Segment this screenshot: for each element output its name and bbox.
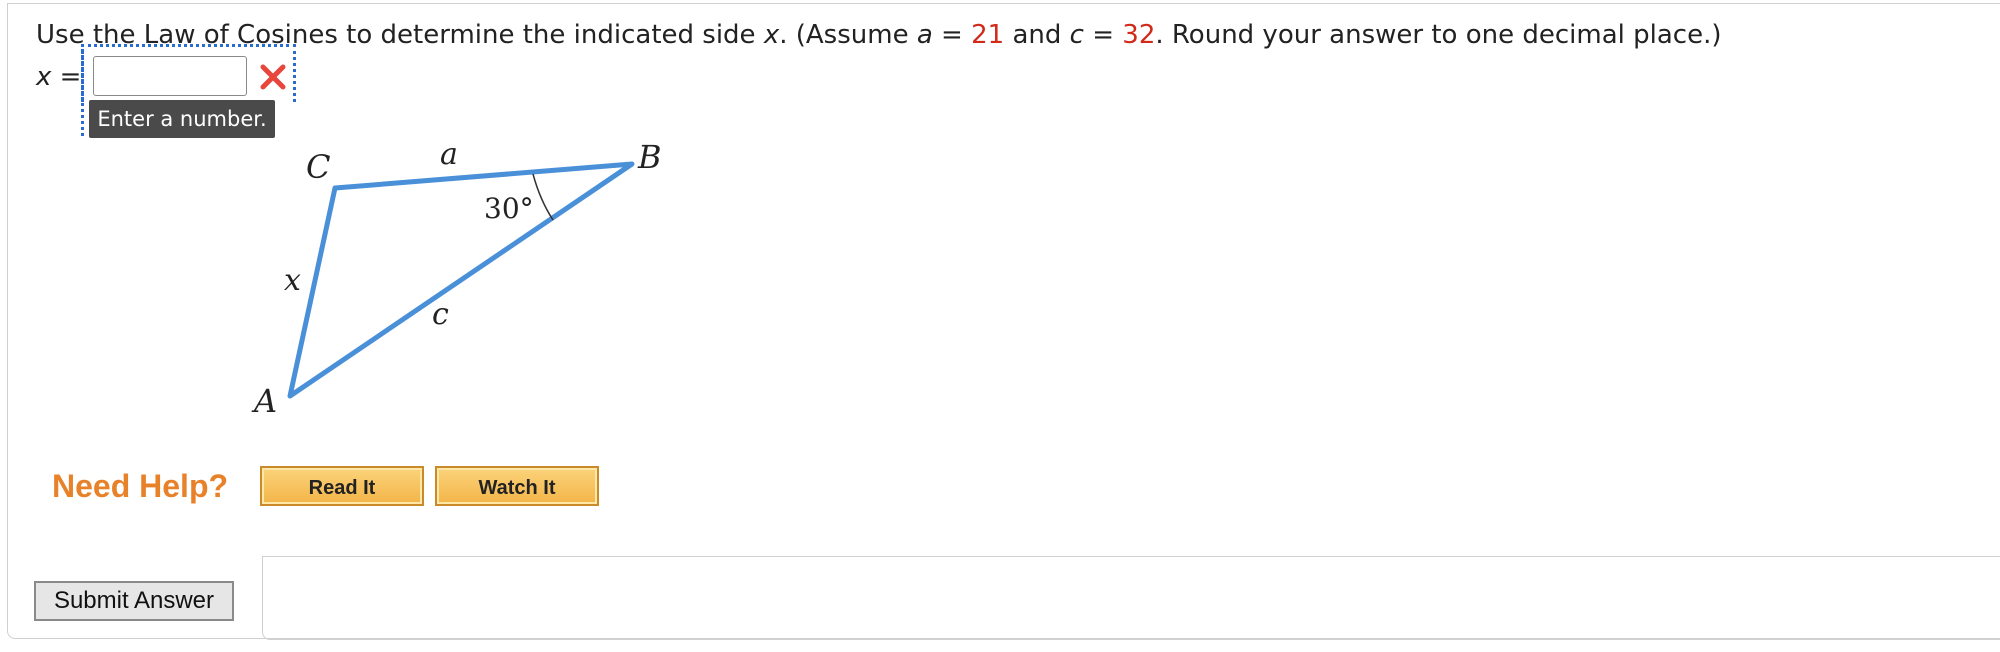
triangle-shape — [287, 161, 635, 399]
var-c: c — [1069, 20, 1084, 50]
var-a: a — [916, 20, 933, 50]
side-c-label: c — [432, 297, 449, 332]
side-a-label: a — [440, 140, 458, 172]
angle-B-label: 30° — [484, 192, 534, 225]
given-c-value: 32 — [1122, 20, 1156, 50]
validation-tooltip: Enter a number. — [89, 100, 275, 138]
side-x-label: x — [284, 263, 301, 298]
vertex-B-label: B — [637, 140, 662, 176]
given-a-value: 21 — [971, 20, 1005, 50]
answer-label: x = — [36, 62, 82, 92]
vertex-C-label: C — [306, 148, 330, 186]
angle-arc-B — [532, 173, 554, 221]
var-x: x — [763, 20, 780, 50]
submit-answer-button[interactable]: Submit Answer — [34, 581, 234, 621]
need-help-label: Need Help? — [52, 468, 229, 504]
answer-input[interactable] — [93, 56, 247, 96]
triangle-diagram: C B A a c x 30° — [251, 140, 662, 420]
read-it-button[interactable]: Read It — [260, 466, 424, 506]
incorrect-x-icon — [260, 64, 286, 90]
submit-area-divider — [262, 556, 2000, 640]
vertex-A-label: A — [251, 382, 277, 420]
watch-it-button[interactable]: Watch It — [435, 466, 599, 506]
